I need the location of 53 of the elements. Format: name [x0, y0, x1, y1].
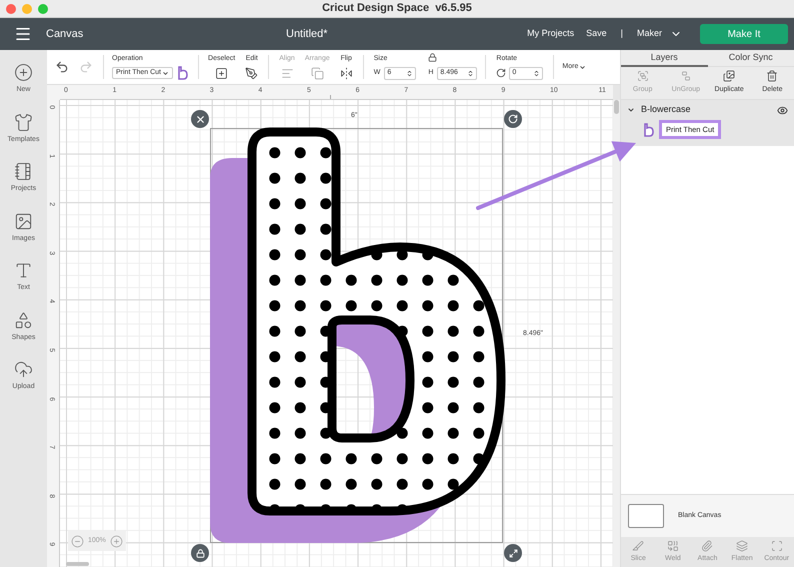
document-title: Untitled*: [286, 26, 328, 42]
lock-handle[interactable]: [191, 544, 209, 562]
layers-icon: [736, 540, 748, 552]
weld-icon: [666, 540, 679, 552]
scrollbar-thumb[interactable]: [614, 100, 619, 114]
caret-icon: [162, 70, 170, 77]
window-title: Cricut Design Space v6.5.95: [322, 1, 472, 16]
layer-thumbnail-icon: [643, 122, 654, 136]
menu-icon[interactable]: [14, 25, 32, 43]
letter-icon: [14, 261, 33, 280]
cloud-upload-icon: [14, 360, 33, 379]
paperclip-icon: [701, 540, 714, 552]
expand-caret-icon[interactable]: [627, 106, 635, 114]
section-title: Canvas: [46, 26, 84, 42]
shirt-icon: [14, 112, 33, 132]
trash-icon: [766, 70, 778, 82]
caret-icon: [579, 64, 586, 70]
header-separator: |: [620, 27, 623, 40]
ungroup-icon: [680, 70, 692, 82]
close-icon: [194, 114, 206, 124]
plus-circle-icon: [14, 63, 33, 82]
align-icon: [280, 67, 294, 80]
group-icon: [636, 70, 649, 82]
save-link[interactable]: Save: [586, 27, 607, 41]
undo-icon[interactable]: [55, 60, 69, 74]
eye-icon[interactable]: [777, 104, 788, 116]
blank-canvas-swatch[interactable]: [628, 504, 664, 528]
close-handle[interactable]: [191, 110, 209, 128]
image-icon: [14, 212, 33, 230]
stacked-squares-icon: [310, 67, 324, 80]
close-window-button[interactable]: [6, 4, 16, 14]
rotate-icon: [508, 114, 518, 124]
rotate-icon: [496, 68, 506, 78]
duplicate-icon: [723, 70, 736, 82]
lock-icon: [196, 548, 204, 558]
rotate-handle[interactable]: [504, 110, 522, 128]
pen-icon: [245, 67, 258, 80]
slice-icon: [632, 540, 644, 552]
contour-icon: [770, 540, 783, 552]
stepper-icon: [467, 70, 474, 77]
resize-handle[interactable]: [504, 544, 522, 562]
resize-icon: [508, 548, 518, 558]
stepper-icon: [406, 70, 414, 77]
letter-b-icon: [177, 66, 188, 80]
shapes-icon: [14, 310, 33, 330]
machine-dropdown[interactable]: Maker: [636, 27, 682, 41]
notebook-icon: [14, 162, 33, 181]
flip-icon: [340, 67, 353, 80]
layer-group-name: B-lowercase: [641, 103, 691, 116]
lock-icon[interactable]: [428, 53, 437, 62]
my-projects-link[interactable]: My Projects: [527, 27, 574, 41]
horizontal-scrollbar-thumb[interactable]: [66, 562, 89, 566]
stepper-icon: [533, 70, 540, 77]
